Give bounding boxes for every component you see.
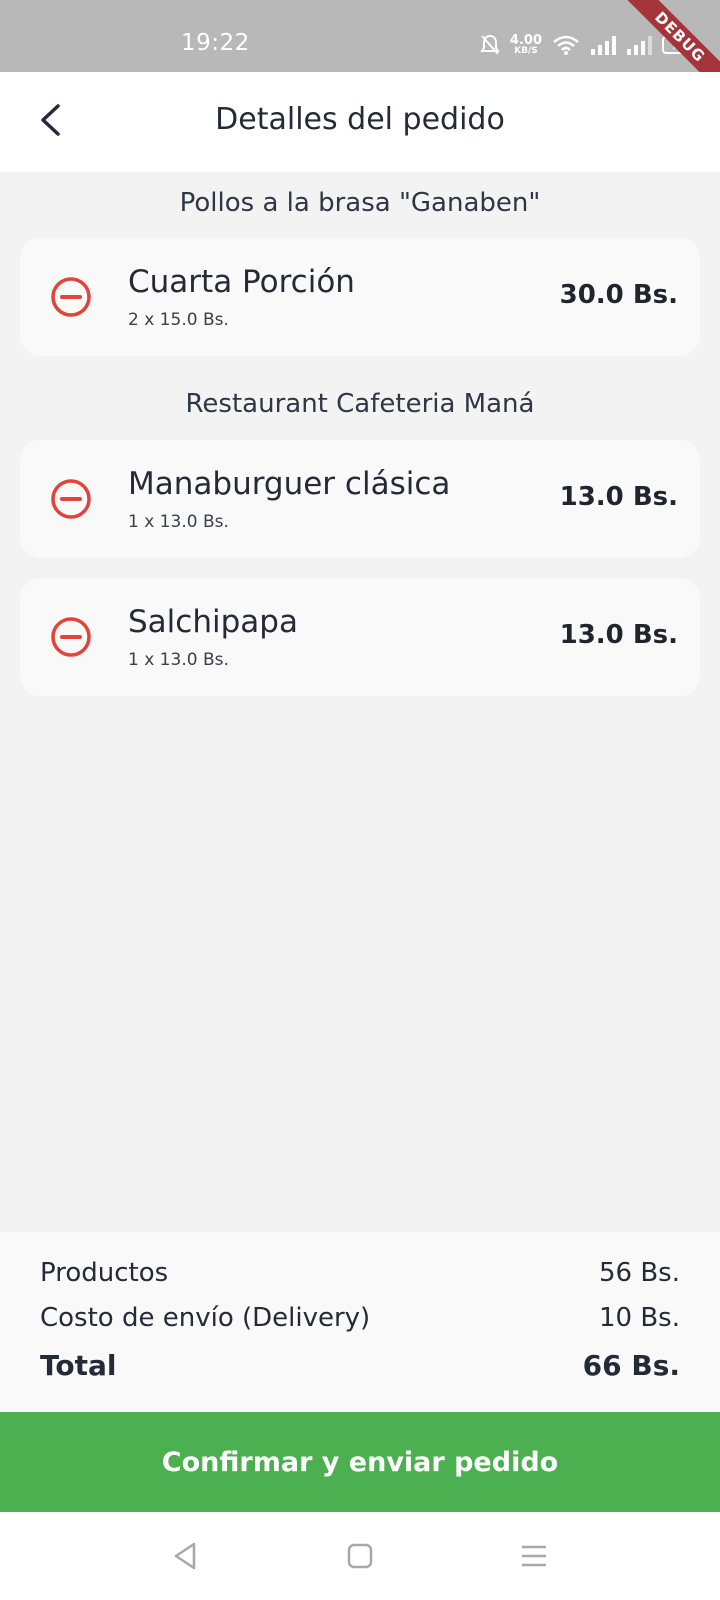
confirm-order-button[interactable]: Confirmar y enviar pedido xyxy=(0,1412,720,1512)
item-quantity: 1 x 13.0 Bs. xyxy=(128,512,229,532)
home-nav-icon[interactable] xyxy=(344,1540,376,1572)
remove-item-icon[interactable] xyxy=(50,276,92,318)
system-nav-bar xyxy=(0,1512,720,1600)
item-name: Salchipapa xyxy=(128,604,298,640)
item-name: Manaburguer clásica xyxy=(128,466,451,502)
remove-item-icon[interactable] xyxy=(50,616,92,658)
status-time: 19:22 xyxy=(181,30,250,56)
menu-nav-icon[interactable] xyxy=(518,1540,550,1572)
total-row: Total 66 Bs. xyxy=(40,1349,680,1382)
item-quantity: 2 x 15.0 Bs. xyxy=(128,310,229,330)
total-value: 66 Bs. xyxy=(582,1349,680,1382)
products-label: Productos xyxy=(40,1258,169,1288)
signal-icon xyxy=(591,36,616,55)
item-price: 13.0 Bs. xyxy=(559,482,678,512)
restaurant-title: Pollos a la brasa "Ganaben" xyxy=(179,188,541,218)
status-icons: 4.00 KB/S 73 xyxy=(480,30,697,60)
order-item-card: Manaburguer clásica 1 x 13.0 Bs. 13.0 Bs… xyxy=(20,440,700,558)
signal-icon-2 xyxy=(627,36,652,55)
app-bar: Detalles del pedido xyxy=(0,72,720,172)
remove-item-icon[interactable] xyxy=(50,478,92,520)
products-value: 56 Bs. xyxy=(599,1258,680,1288)
order-item-card: Cuarta Porción 2 x 15.0 Bs. 30.0 Bs. xyxy=(20,238,700,356)
shipping-row: Costo de envío (Delivery) 10 Bs. xyxy=(40,1303,680,1333)
restaurant-title: Restaurant Cafeteria Maná xyxy=(185,389,535,419)
battery-icon: 73 xyxy=(662,36,697,54)
wifi-icon xyxy=(553,35,579,55)
item-name: Cuarta Porción xyxy=(128,264,355,300)
order-summary: Productos 56 Bs. Costo de envío (Deliver… xyxy=(0,1232,720,1412)
total-label: Total xyxy=(40,1349,117,1382)
network-speed: 4.00 KB/S xyxy=(509,33,542,56)
item-price: 13.0 Bs. xyxy=(559,620,678,650)
notifications-off-icon xyxy=(480,34,500,55)
status-bar: 19:22 4.00 KB/S 73 DEBUG xyxy=(0,0,720,102)
products-row: Productos 56 Bs. xyxy=(40,1258,680,1288)
back-nav-icon[interactable] xyxy=(170,1540,202,1572)
page-title: Detalles del pedido xyxy=(215,102,505,137)
shipping-label: Costo de envío (Delivery) xyxy=(40,1303,371,1333)
item-price: 30.0 Bs. xyxy=(559,280,678,310)
item-quantity: 1 x 13.0 Bs. xyxy=(128,650,229,670)
order-item-card: Salchipapa 1 x 13.0 Bs. 13.0 Bs. xyxy=(20,578,700,696)
shipping-value: 10 Bs. xyxy=(599,1303,680,1333)
